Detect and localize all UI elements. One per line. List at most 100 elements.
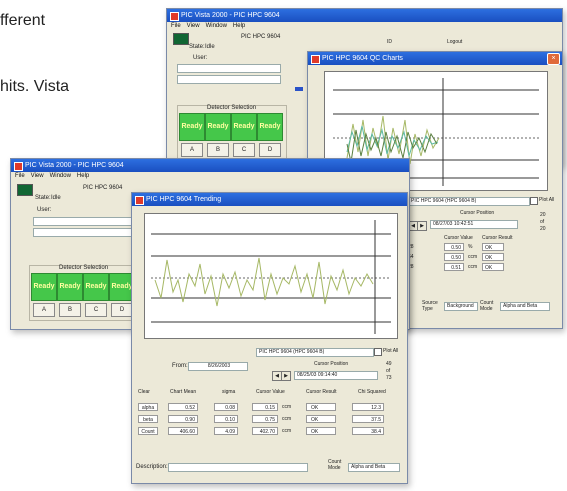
device-label: PIC HPC 9604 <box>83 185 123 191</box>
menu-window[interactable]: Window <box>206 23 227 29</box>
row-result: OK <box>306 427 336 435</box>
menu-view[interactable]: View <box>31 173 44 179</box>
trending-chart-area[interactable] <box>144 213 398 339</box>
app-icon <box>14 162 23 171</box>
app-icon <box>170 12 179 21</box>
trending-cursor-position-label: Cursor Position <box>314 361 349 367</box>
menu-view[interactable]: View <box>187 23 200 29</box>
detector-c-button[interactable]: C <box>233 143 255 157</box>
trending-values-grid: Clear Chart Mean sigma Cursor Value Curs… <box>138 389 402 449</box>
state-label: State: <box>189 44 205 50</box>
state-value: Idle <box>51 195 61 201</box>
ready-a[interactable]: Ready <box>179 113 205 141</box>
status-icon <box>17 184 33 196</box>
qc-source-type-value[interactable]: Background <box>444 302 478 311</box>
menu-file[interactable]: File <box>15 173 25 179</box>
from-date-field[interactable]: 8/26/2003 <box>188 362 248 371</box>
title-bar[interactable]: PIC Vista 2000 - PIC HPC 9604 <box>11 159 409 172</box>
device-label: PIC HPC 9604 <box>241 34 281 40</box>
trend-trace <box>154 257 374 307</box>
row-label-beta[interactable]: beta <box>138 415 158 423</box>
menu-help[interactable]: Help <box>77 173 89 179</box>
trending-plot-all-checkbox[interactable] <box>374 348 382 356</box>
qc-title-bar[interactable]: PIC HPC 9604 QC Charts × <box>308 52 562 65</box>
qc-side-value-2: of <box>540 219 545 225</box>
trending-side-value-2: of <box>386 368 391 374</box>
header-chi-squared: Chi Squared <box>358 389 386 395</box>
trending-title-bar[interactable]: PIC HPC 9604 Trending <box>132 193 407 206</box>
background-text-1: fferent <box>0 12 46 29</box>
info-field <box>33 228 137 237</box>
ready-b[interactable]: Ready <box>57 273 83 301</box>
row-value: 0.75 <box>252 415 278 423</box>
user-label: User: <box>193 55 208 61</box>
detector-a-button[interactable]: A <box>33 303 55 317</box>
row-sigma: 0.08 <box>214 403 238 411</box>
header-cursor-value: Cursor Value <box>256 389 285 395</box>
qc-next-button[interactable]: ▶ <box>417 221 427 231</box>
trending-window: PIC HPC 9604 Trending PIC HPC 9604 (HPC … <box>131 192 408 484</box>
qc-plot-all-label: Plot All <box>539 197 555 203</box>
progress-indicator <box>295 87 303 91</box>
row-label-count[interactable]: Count <box>138 427 158 435</box>
row-mean: 0.52 <box>168 403 198 411</box>
detector-d-button[interactable]: D <box>259 143 281 157</box>
id-tab[interactable]: ID <box>385 39 409 47</box>
from-label: From: <box>172 363 188 369</box>
detector-b-button[interactable]: B <box>207 143 229 157</box>
ready-c[interactable]: Ready <box>231 113 257 141</box>
user-field[interactable] <box>33 217 137 226</box>
qc-row-value: 0.51 <box>444 263 464 271</box>
qc-count-mode-value[interactable]: Alpha and Beta <box>500 302 550 311</box>
qc-row-result: OK <box>482 263 504 271</box>
trending-plot-all-label: Plot All <box>383 348 399 354</box>
ready-d[interactable]: Ready <box>257 113 283 141</box>
qc-row-unit: ccm <box>468 264 478 270</box>
status-icon <box>173 33 189 45</box>
trending-side-value-1: 49 <box>386 361 392 367</box>
ready-a[interactable]: Ready <box>31 273 57 301</box>
qc-values-grid: 28 0.50 % OK 64 0.50 ccm OK 28 0.51 ccm … <box>408 243 548 284</box>
detector-c-button[interactable]: C <box>85 303 107 317</box>
state-label: State: <box>35 195 51 201</box>
qc-cursor-result-label: Cursor Result <box>482 235 513 241</box>
trending-series-field[interactable]: PIC HPC 9604 (HPC 9604 B) <box>256 348 374 357</box>
description-label: Description: <box>136 464 168 470</box>
clear-label[interactable]: Clear <box>138 389 150 395</box>
title-bar[interactable]: PIC Vista 2000 - PIC HPC 9604 <box>167 9 562 22</box>
qc-series-field[interactable]: PIC HPC 9604 (HPC 9604 B) <box>408 197 530 206</box>
header-chart-mean: Chart Mean <box>170 389 197 395</box>
detector-selection-label: Detector Selection <box>59 265 109 271</box>
qc-cursor-position-label: Cursor Position <box>460 210 495 216</box>
header-sigma: sigma <box>222 389 236 395</box>
count-mode-field[interactable]: Alpha and Beta <box>348 463 400 472</box>
detector-a-button[interactable]: A <box>181 143 203 157</box>
ready-c[interactable]: Ready <box>83 273 109 301</box>
detector-b-button[interactable]: B <box>59 303 81 317</box>
row-label-alpha[interactable]: alpha <box>138 403 158 411</box>
qc-window-title: PIC HPC 9604 QC Charts <box>322 55 403 62</box>
qc-row-unit: % <box>468 244 473 250</box>
row-unit: ccm <box>282 404 292 410</box>
trending-chart <box>151 220 391 334</box>
window-title: PIC Vista 2000 - PIC HPC 9604 <box>181 12 280 19</box>
qc-row-result: OK <box>482 253 504 261</box>
logout-tab[interactable]: Logout <box>445 39 471 47</box>
menu-help[interactable]: Help <box>233 23 245 29</box>
menu-file[interactable]: File <box>171 23 181 29</box>
row-chi: 12.3 <box>352 403 384 411</box>
row-mean: 0.90 <box>168 415 198 423</box>
detector-d-button[interactable]: D <box>111 303 133 317</box>
qc-app-icon <box>311 55 320 64</box>
ready-b[interactable]: Ready <box>205 113 231 141</box>
qc-plot-all-checkbox[interactable] <box>530 197 538 205</box>
menu-window[interactable]: Window <box>50 173 71 179</box>
description-field[interactable] <box>168 463 308 472</box>
qc-close-icon[interactable]: × <box>547 53 560 65</box>
trending-next-button[interactable]: ▶ <box>281 371 291 381</box>
user-field[interactable] <box>177 64 281 73</box>
state-value: Idle <box>205 44 215 50</box>
user-label: User: <box>37 207 52 213</box>
row-sigma: 0.10 <box>214 415 238 423</box>
row-chi: 37.5 <box>352 415 384 423</box>
